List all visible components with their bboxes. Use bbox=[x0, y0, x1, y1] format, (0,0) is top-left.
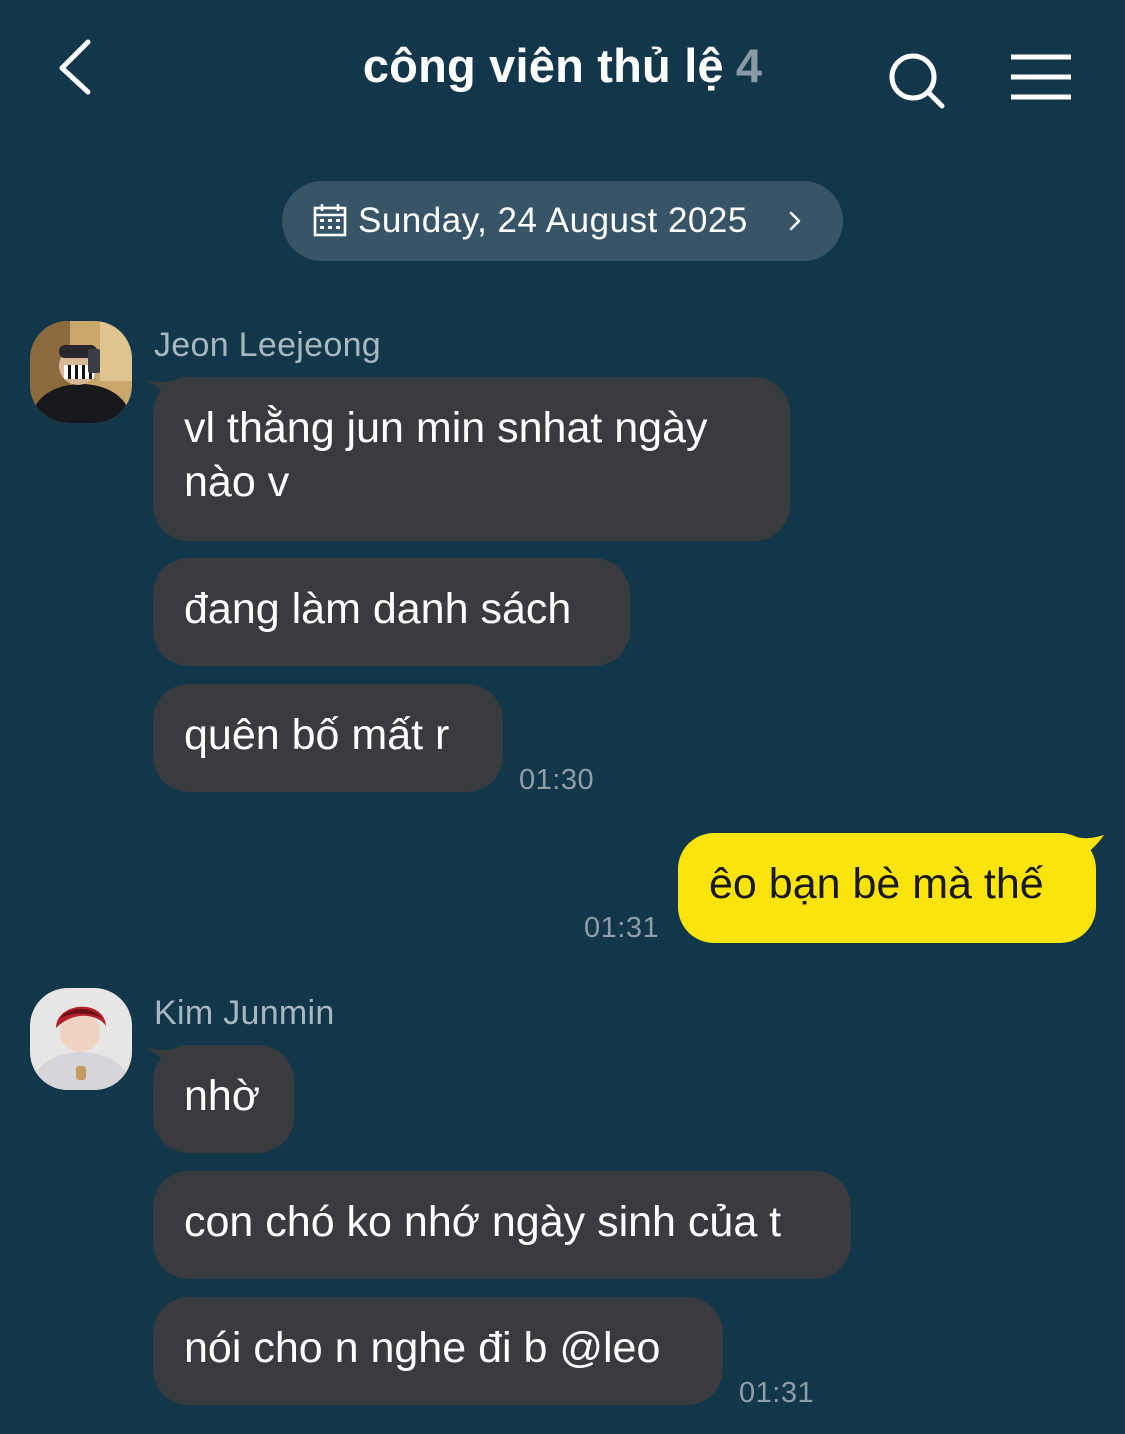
menu-button[interactable] bbox=[1006, 50, 1076, 104]
sender-name: Kim Junmin bbox=[154, 994, 335, 1032]
my-message-bubble[interactable]: êo bạn bè mà thế bbox=[678, 833, 1096, 943]
search-button[interactable] bbox=[884, 48, 950, 114]
message-text: con chó ko nhớ ngày sinh của t bbox=[184, 1198, 782, 1246]
date-divider[interactable]: Sunday, 24 August 2025 bbox=[282, 181, 843, 261]
message-text: nhờ bbox=[184, 1072, 261, 1120]
message-bubble[interactable]: vl thằng jun min snhat ngày nào v bbox=[153, 377, 790, 541]
message-bubble[interactable]: nhờ bbox=[153, 1045, 294, 1153]
hamburger-menu-icon bbox=[1011, 54, 1071, 100]
sender-name: Jeon Leejeong bbox=[154, 326, 381, 364]
avatar-jeon-leejeong[interactable] bbox=[30, 321, 132, 423]
message-timestamp: 01:30 bbox=[519, 764, 595, 796]
chevron-right-icon bbox=[789, 211, 801, 231]
message-text: nói cho n nghe đi b @leo bbox=[184, 1324, 661, 1372]
calendar-icon bbox=[313, 204, 347, 237]
message-text: êo bạn bè mà thế bbox=[709, 860, 1044, 908]
message-text: vl thằng jun min snhat ngày nào v bbox=[184, 404, 708, 506]
chat-screen: công viên thủ lệ 4 Sunday, 24 August 2025 bbox=[0, 0, 1125, 1434]
message-bubble[interactable]: nói cho n nghe đi b @leo bbox=[153, 1297, 723, 1405]
message-text: đang làm danh sách bbox=[184, 585, 572, 633]
chat-title: công viên thủ lệ 4 bbox=[0, 38, 1125, 93]
avatar-kim-junmin[interactable] bbox=[30, 988, 132, 1090]
message-bubble[interactable]: đang làm danh sách bbox=[153, 558, 630, 666]
message-bubble[interactable]: con chó ko nhớ ngày sinh của t bbox=[153, 1171, 851, 1279]
chat-room-name: công viên thủ lệ bbox=[362, 39, 724, 92]
profile-photo-icon bbox=[30, 988, 132, 1090]
message-bubble[interactable]: quên bố mất r bbox=[153, 684, 503, 792]
message-text: quên bố mất r bbox=[184, 711, 450, 759]
profile-photo-icon bbox=[30, 321, 132, 423]
search-icon bbox=[889, 53, 945, 109]
message-timestamp: 01:31 bbox=[739, 1377, 815, 1409]
member-count: 4 bbox=[735, 39, 763, 92]
message-timestamp: 01:31 bbox=[584, 912, 660, 944]
date-label: Sunday, 24 August 2025 bbox=[358, 201, 748, 240]
chat-header: công viên thủ lệ 4 bbox=[0, 0, 1125, 140]
